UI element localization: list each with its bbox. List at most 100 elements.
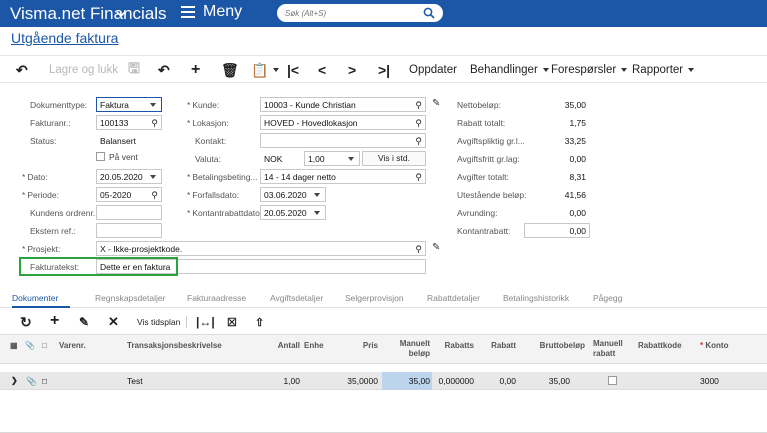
period-label: * Periode: <box>22 190 59 200</box>
page-title[interactable]: Utgående faktura <box>11 30 118 46</box>
grid-toolbar: ↻ + ✎ ✕ Vis tidsplan |↔| ☒ ⇧ <box>0 310 767 332</box>
back-button[interactable]: ↶ <box>16 62 28 78</box>
cell-description[interactable]: Test <box>127 376 143 386</box>
cash-discount-date-field[interactable]: 20.05.2020 <box>260 205 326 220</box>
status-label: Status: <box>30 136 57 146</box>
next-icon: > <box>348 62 357 78</box>
location-label: * Lokasjon: <box>187 118 229 128</box>
search-icon[interactable]: ⚲ <box>415 244 422 255</box>
manual-discount-checkbox[interactable] <box>608 376 617 385</box>
tab-documents[interactable]: Dokumenter <box>12 293 58 303</box>
col-discount[interactable]: Rabatt <box>478 341 516 350</box>
undo-button[interactable]: ↶ <box>158 62 170 78</box>
upload-icon[interactable]: ⇧ <box>255 316 264 329</box>
note-icon[interactable]: □ <box>42 376 47 386</box>
search-icon[interactable]: ⚲ <box>415 136 422 147</box>
cell-price[interactable]: 35,0000 <box>330 376 378 386</box>
rounding-value: 0,00 <box>569 208 586 218</box>
discount-total-label: Rabatt totalt: <box>457 118 506 128</box>
clipboard-icon: 📋 <box>251 61 269 78</box>
fit-columns-icon[interactable]: |↔| <box>196 315 215 329</box>
col-manual-discount[interactable]: Manuell rabatt <box>593 339 633 359</box>
location-field[interactable]: HOVED - Hovedlokasjon ⚲ <box>260 115 426 130</box>
on-hold-checkbox[interactable] <box>96 152 105 161</box>
invoice-nr-field[interactable]: 100133 ⚲ <box>96 115 162 130</box>
tab-attachments[interactable]: Pågegg <box>593 293 622 303</box>
tab-sales-commission[interactable]: Selgerprovisjon <box>345 293 404 303</box>
date-field[interactable]: 20.05.2020 <box>96 169 162 184</box>
copy-paste-button[interactable]: 📋 <box>251 61 280 78</box>
currency-rate-select[interactable]: 1,00 <box>304 151 360 166</box>
export-excel-icon[interactable]: ☒ <box>227 316 237 329</box>
search-input[interactable] <box>285 6 415 20</box>
due-date-field[interactable]: 03.06.2020 <box>260 187 326 202</box>
show-base-currency-button[interactable]: Vis i std. <box>362 151 426 166</box>
col-manual-amount[interactable]: Manuelt beløp <box>385 339 430 359</box>
delete-button[interactable]: 🗑 <box>221 62 239 78</box>
col-price[interactable]: Pris <box>340 341 378 350</box>
last-record-button[interactable]: >| <box>378 62 390 78</box>
save-button[interactable]: 🖫 <box>128 60 140 78</box>
project-field[interactable]: X - Ikke-prosjektkode. ⚲ <box>96 241 426 256</box>
first-record-button[interactable]: |< <box>287 62 299 78</box>
table-row[interactable]: ❯ 📎 □ Test 1,00 35,0000 35,00 0,000000 0… <box>0 372 767 390</box>
col-gross[interactable]: Bruttobeløp <box>525 341 585 350</box>
cell-account[interactable]: 3000 <box>700 376 719 386</box>
cell-gross[interactable]: 35,00 <box>525 376 570 386</box>
tab-invoice-address[interactable]: Fakturaadresse <box>187 293 246 303</box>
cell-discount[interactable]: 0,00 <box>478 376 516 386</box>
previous-record-button[interactable]: < <box>318 62 326 78</box>
add-row-icon[interactable]: + <box>50 312 59 330</box>
edit-icon[interactable]: ✎ <box>79 315 89 329</box>
reports-menu[interactable]: Rapporter <box>632 62 695 78</box>
inquiries-menu[interactable]: Forespørsler <box>551 62 628 78</box>
actions-menu[interactable]: Behandlinger <box>470 62 549 78</box>
search-icon[interactable]: ⚲ <box>151 190 158 201</box>
external-ref-field[interactable] <box>96 223 162 238</box>
tab-tax-details[interactable]: Avgiftsdetaljer <box>270 293 323 303</box>
search-icon[interactable] <box>423 7 435 19</box>
refresh-icon[interactable]: ↻ <box>20 314 32 331</box>
cell-discount-pct[interactable]: 0,000000 <box>430 376 474 386</box>
cash-discount-date-label: * Kontantrabattdato: <box>187 208 263 218</box>
period-field[interactable]: 05-2020 ⚲ <box>96 187 162 202</box>
doc-type-select[interactable]: Faktura <box>96 97 162 112</box>
search-icon[interactable]: ⚲ <box>415 100 422 111</box>
edit-project-icon[interactable]: ✎ <box>432 242 440 253</box>
col-discount-pct[interactable]: Rabatts <box>434 341 474 350</box>
col-description[interactable]: Transaksjonsbeskrivelse <box>127 341 222 350</box>
menu-button[interactable]: Meny <box>181 3 242 21</box>
row-settings-icon[interactable]: ▦ <box>10 341 18 350</box>
contact-field[interactable]: ⚲ <box>260 133 426 148</box>
tab-payment-history[interactable]: Betalingshistorikk <box>503 293 569 303</box>
rounding-label: Avrunding: <box>457 208 498 218</box>
customer-field[interactable]: 10003 - Kunde Christian ⚲ <box>260 97 426 112</box>
undo-icon: ↶ <box>158 61 170 78</box>
next-record-button[interactable]: > <box>348 62 356 78</box>
tab-accounting-details[interactable]: Regnskapsdetaljer <box>95 293 165 303</box>
tab-discount-details[interactable]: Rabattdetaljer <box>427 293 480 303</box>
col-item[interactable]: Varenr. <box>59 341 86 350</box>
col-discount-code[interactable]: Rabattkode <box>638 341 682 350</box>
cell-manual-amount[interactable]: 35,00 <box>385 376 430 386</box>
cell-qty[interactable]: 1,00 <box>262 376 300 386</box>
global-search[interactable] <box>277 4 443 22</box>
col-qty[interactable]: Antall <box>262 341 300 350</box>
search-icon[interactable]: ⚲ <box>415 172 422 183</box>
search-icon[interactable]: ⚲ <box>151 118 158 129</box>
app-title[interactable]: Visma.net Financials <box>10 4 167 24</box>
cash-discount-field[interactable]: 0,00 <box>524 223 590 238</box>
refresh-button[interactable]: Oppdater <box>409 62 457 78</box>
save-close-button[interactable]: Lagre og lukk <box>49 62 118 78</box>
customer-order-field[interactable] <box>96 205 162 220</box>
col-unit[interactable]: Enhe <box>304 341 324 350</box>
delete-row-icon[interactable]: ✕ <box>108 314 119 330</box>
add-button[interactable]: + <box>191 61 200 78</box>
show-schedule-button[interactable]: Vis tidsplan <box>137 317 180 327</box>
attachment-icon[interactable]: 📎 <box>26 376 37 387</box>
edit-customer-icon[interactable]: ✎ <box>432 98 440 109</box>
col-account[interactable]: * Konto <box>700 341 728 350</box>
search-icon[interactable]: ⚲ <box>415 118 422 129</box>
payment-terms-field[interactable]: 14 - 14 dager netto ⚲ <box>260 169 426 184</box>
chevron-down-icon[interactable] <box>116 9 126 19</box>
